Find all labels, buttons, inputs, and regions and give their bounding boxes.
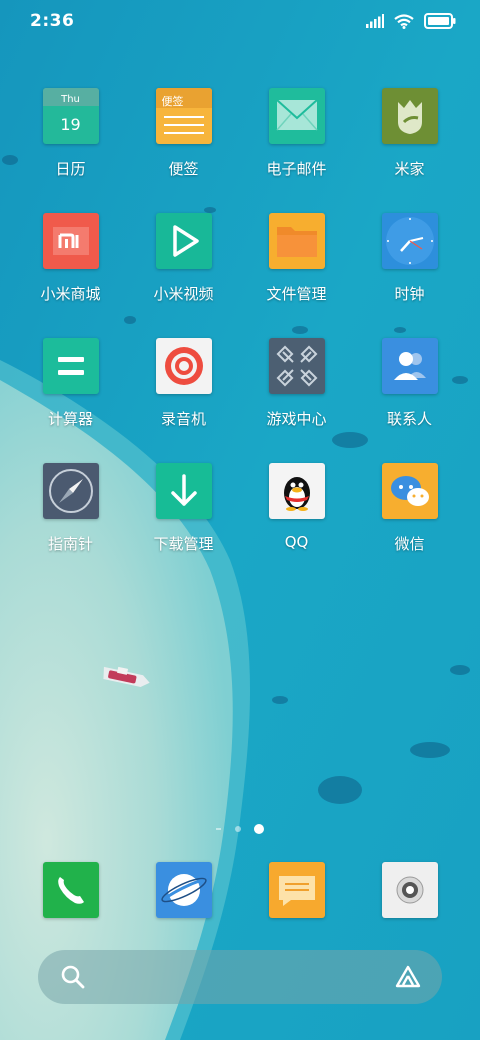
assistant-icon[interactable] [394, 964, 422, 990]
page-dot [234, 826, 241, 832]
contacts-icon[interactable] [381, 338, 438, 394]
mijia-icon[interactable] [381, 88, 438, 144]
app-mi-store[interactable]: 小米商城 [14, 213, 127, 338]
app-file-manager[interactable]: 文件管理 [240, 213, 353, 338]
folder-icon[interactable] [268, 213, 325, 269]
app-clock[interactable]: 时钟 [353, 213, 466, 338]
page-indicator-line [216, 828, 221, 830]
dock [14, 862, 466, 918]
app-wechat[interactable]: 微信 [353, 463, 466, 588]
app-mi-video[interactable]: 小米视频 [127, 213, 240, 338]
calendar-weekday: Thu [61, 94, 80, 105]
wifi-icon [394, 13, 414, 29]
app-label: 小米商城 [40, 285, 101, 303]
chat-bubbles-icon[interactable] [381, 463, 438, 519]
app-downloads[interactable]: 下载管理 [127, 463, 240, 588]
app-calculator[interactable]: 计算器 [14, 338, 127, 463]
app-label: 时钟 [394, 285, 425, 303]
app-label: 便签 [168, 160, 199, 178]
page-indicator [216, 823, 264, 835]
app-label: 下载管理 [153, 535, 214, 553]
dock-camera[interactable] [353, 862, 466, 918]
status-icons [366, 11, 456, 31]
app-row: 指南针 下载管理 QQ 微信 [14, 463, 466, 588]
app-label: 小米视频 [153, 285, 214, 303]
app-label: 录音机 [160, 410, 206, 428]
app-row: Thu 19 日历 便签 便签 电子邮件 米家 [14, 88, 466, 213]
notes-icon[interactable]: 便签 [155, 88, 212, 144]
status-time: 2:36 [30, 11, 75, 31]
app-row: 计算器 录音机 游戏中心 联系人 [14, 338, 466, 463]
app-label: 指南针 [47, 535, 93, 553]
envelope-icon[interactable] [268, 88, 325, 144]
download-arrow-icon[interactable] [155, 463, 212, 519]
dock-browser[interactable] [127, 862, 240, 918]
record-icon[interactable] [155, 338, 212, 394]
status-bar: 2:36 [0, 0, 480, 40]
app-email[interactable]: 电子邮件 [240, 88, 353, 213]
signal-icon [366, 14, 384, 28]
calendar-date: 19 [60, 115, 81, 134]
search-icon[interactable] [60, 964, 86, 990]
app-mijia[interactable]: 米家 [353, 88, 466, 213]
dock-messages[interactable] [240, 862, 353, 918]
app-qq[interactable]: QQ [240, 463, 353, 588]
app-notes[interactable]: 便签 便签 [127, 88, 240, 213]
camera-lens-icon[interactable] [381, 862, 438, 918]
notes-icon-title: 便签 [161, 95, 184, 108]
app-label: 游戏中心 [266, 410, 327, 428]
app-label: 文件管理 [266, 285, 327, 303]
app-calendar[interactable]: Thu 19 日历 [14, 88, 127, 213]
app-label: 微信 [394, 535, 425, 553]
app-label: 联系人 [386, 410, 432, 428]
app-label: 计算器 [47, 410, 93, 428]
app-label: 电子邮件 [266, 160, 327, 178]
app-row: 小米商城 小米视频 文件管理 时钟 [14, 213, 466, 338]
mi-logo-icon[interactable] [42, 213, 99, 269]
app-label: QQ [284, 533, 309, 551]
page-dot-active [254, 824, 264, 834]
compass-icon[interactable] [42, 463, 99, 519]
search-bar[interactable] [38, 950, 442, 1004]
app-contacts[interactable]: 联系人 [353, 338, 466, 463]
app-label: 米家 [394, 160, 425, 178]
app-game-center[interactable]: 游戏中心 [240, 338, 353, 463]
app-grid: Thu 19 日历 便签 便签 电子邮件 米家 小米商城 小米视频 文件管理 时… [14, 88, 466, 588]
play-icon[interactable] [155, 213, 212, 269]
planet-icon[interactable] [155, 862, 212, 918]
clock-icon[interactable] [381, 213, 438, 269]
gamepad-icon[interactable] [268, 338, 325, 394]
message-icon[interactable] [268, 862, 325, 918]
equals-icon[interactable] [42, 338, 99, 394]
app-recorder[interactable]: 录音机 [127, 338, 240, 463]
calendar-icon[interactable]: Thu 19 [42, 88, 99, 144]
app-label: 日历 [55, 160, 86, 178]
phone-icon[interactable] [42, 862, 99, 918]
app-compass[interactable]: 指南针 [14, 463, 127, 588]
battery-icon [424, 13, 456, 29]
qq-penguin-icon[interactable] [268, 463, 325, 519]
dock-phone[interactable] [14, 862, 127, 918]
